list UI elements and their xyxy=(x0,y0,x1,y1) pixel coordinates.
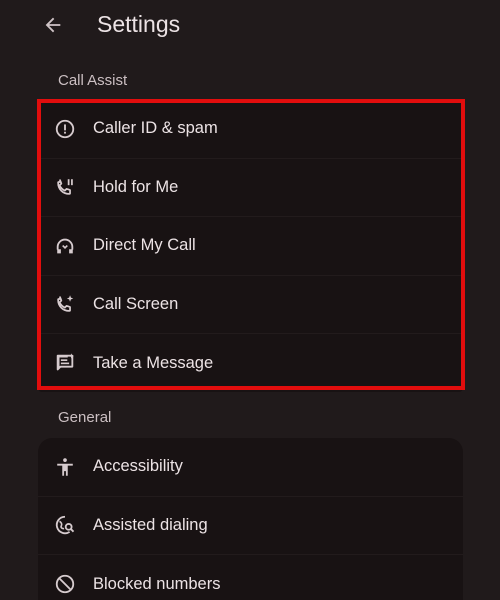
phone-pause-icon xyxy=(54,176,76,198)
page-title: Settings xyxy=(97,11,181,37)
section-label-general: General xyxy=(58,409,112,426)
settings-item-call-screen[interactable]: Call Screen xyxy=(38,276,463,334)
back-arrow-icon[interactable] xyxy=(38,10,68,40)
settings-item-label: Accessibility xyxy=(93,457,183,476)
settings-item-assisted-dialing[interactable]: Assisted dialing xyxy=(38,497,463,555)
message-sparkle-icon xyxy=(54,352,76,374)
settings-item-direct-my-call[interactable]: Direct My Call xyxy=(38,217,463,276)
settings-item-label: Take a Message xyxy=(93,353,214,372)
settings-item-label: Direct My Call xyxy=(93,236,196,255)
accessibility-icon xyxy=(54,456,76,478)
section-label-call-assist: Call Assist xyxy=(58,72,128,89)
settings-screen: Settings Call Assist Caller ID & spam Ho… xyxy=(0,0,500,600)
settings-item-blocked-numbers[interactable]: Blocked numbers xyxy=(38,555,463,600)
block-icon xyxy=(54,573,76,595)
general-card: Accessibility Assisted dialing Blocked n… xyxy=(38,438,463,600)
settings-item-take-a-message[interactable]: Take a Message xyxy=(38,334,463,392)
settings-item-accessibility[interactable]: Accessibility xyxy=(38,438,463,497)
settings-item-hold-for-me[interactable]: Hold for Me xyxy=(38,159,463,217)
headset-call-icon xyxy=(54,235,76,257)
phone-sparkle-icon xyxy=(54,293,76,315)
settings-item-label: Hold for Me xyxy=(93,177,179,196)
settings-item-label: Blocked numbers xyxy=(93,574,221,593)
settings-item-label: Assisted dialing xyxy=(93,515,208,534)
settings-item-label: Caller ID & spam xyxy=(93,119,218,138)
call-assist-card: Caller ID & spam Hold for Me Direct My C… xyxy=(38,100,463,392)
settings-item-caller-id-spam[interactable]: Caller ID & spam xyxy=(38,100,463,159)
settings-item-label: Call Screen xyxy=(93,294,179,313)
top-app-bar: Settings xyxy=(0,0,500,52)
alert-circle-icon xyxy=(54,118,76,140)
globe-search-icon xyxy=(54,514,76,536)
